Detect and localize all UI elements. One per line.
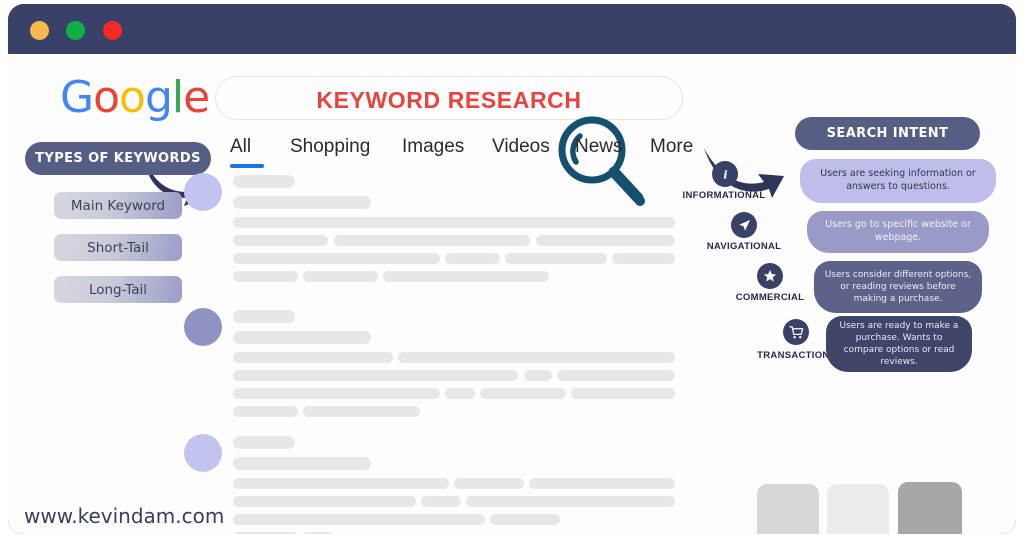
result-placeholder-bar bbox=[233, 388, 440, 399]
keyword-type-pill-0[interactable]: Main Keyword bbox=[54, 192, 182, 219]
result-placeholder-bar bbox=[233, 175, 295, 188]
tab-shopping[interactable]: Shopping bbox=[290, 136, 370, 158]
google-logo-letter-5: e bbox=[183, 72, 210, 123]
keyword-type-label: Main Keyword bbox=[70, 197, 166, 214]
result-placeholder-bar bbox=[233, 406, 298, 417]
result-placeholder-bar bbox=[303, 271, 378, 282]
placeholder-square-0 bbox=[757, 484, 819, 534]
watermark: www.kevindam.com bbox=[24, 504, 225, 528]
result-placeholder-bar bbox=[557, 370, 675, 381]
result-avatar bbox=[184, 308, 222, 346]
result-avatar bbox=[184, 434, 222, 472]
intent-card-commercial: Users consider different options, or rea… bbox=[814, 261, 982, 313]
page-content: Google KEYWORD RESEARCH All Shopping Image… bbox=[8, 54, 1016, 534]
result-placeholder-bar bbox=[529, 478, 675, 489]
tab-images[interactable]: Images bbox=[402, 136, 464, 158]
result-placeholder-bar bbox=[233, 352, 393, 363]
result-placeholder-bar bbox=[524, 370, 552, 381]
result-placeholder-bar bbox=[233, 253, 440, 264]
result-placeholder-bar bbox=[233, 457, 371, 470]
result-placeholder-bar bbox=[454, 478, 524, 489]
info-icon: i bbox=[712, 161, 738, 187]
google-logo-letter-1: o bbox=[93, 72, 120, 123]
result-placeholder-bar bbox=[421, 496, 461, 507]
intent-label-informational: INFORMATIONAL bbox=[682, 190, 766, 201]
result-avatar bbox=[184, 173, 222, 211]
result-placeholder-bar bbox=[303, 532, 333, 534]
placeholder-square-2 bbox=[898, 482, 962, 534]
google-logo-letter-3: g bbox=[144, 72, 173, 123]
google-logo-letter-4: l bbox=[171, 72, 184, 123]
search-intent-heading-label: SEARCH INTENT bbox=[826, 126, 949, 141]
window-titlebar bbox=[8, 4, 1016, 54]
result-placeholder-bar bbox=[398, 352, 675, 363]
result-placeholder-bar bbox=[334, 235, 530, 246]
google-logo-letter-2: o bbox=[119, 72, 146, 123]
keyword-type-pill-1[interactable]: Short-Tail bbox=[54, 234, 182, 261]
intent-card-navigational: Users go to specific website or webpage. bbox=[807, 211, 989, 253]
window-minimize-button[interactable] bbox=[30, 21, 49, 40]
google-logo-letter-0: G bbox=[60, 72, 94, 123]
browser-window: Google KEYWORD RESEARCH All Shopping Image… bbox=[8, 4, 1016, 534]
result-placeholder-bar bbox=[466, 496, 675, 507]
intent-label-navigational: NAVIGATIONAL bbox=[706, 241, 782, 252]
tab-all[interactable]: All bbox=[230, 136, 251, 158]
result-placeholder-bar bbox=[233, 217, 675, 228]
active-tab-underline bbox=[230, 164, 264, 168]
types-of-keywords-heading: TYPES OF KEYWORDS bbox=[25, 142, 211, 175]
result-placeholder-bar bbox=[233, 235, 328, 246]
keyword-type-pill-2[interactable]: Long-Tail bbox=[54, 276, 182, 303]
keyword-type-label: Short-Tail bbox=[87, 239, 149, 256]
result-placeholder-bar bbox=[445, 253, 500, 264]
result-placeholder-bar bbox=[233, 496, 416, 507]
result-placeholder-bar bbox=[490, 514, 560, 525]
result-placeholder-bar bbox=[303, 406, 420, 417]
search-intent-heading: SEARCH INTENT bbox=[795, 117, 980, 150]
intent-card-informational: Users are seeking information or answers… bbox=[800, 159, 996, 203]
result-placeholder-bar bbox=[233, 331, 371, 344]
tab-news[interactable]: News bbox=[575, 136, 623, 158]
google-logo: Google bbox=[60, 76, 210, 120]
placeholder-square-1 bbox=[827, 484, 889, 534]
result-placeholder-bar bbox=[233, 436, 295, 449]
navigation-icon bbox=[731, 212, 757, 238]
tab-more[interactable]: More bbox=[650, 136, 693, 158]
window-maximize-button[interactable] bbox=[66, 21, 85, 40]
result-placeholder-bar bbox=[233, 370, 518, 381]
result-placeholder-bar bbox=[536, 235, 675, 246]
svg-text:i: i bbox=[723, 167, 727, 181]
intent-label-commercial: COMMERCIAL bbox=[735, 292, 805, 303]
result-placeholder-bar bbox=[233, 196, 371, 209]
star-icon bbox=[757, 263, 783, 289]
result-placeholder-bar bbox=[445, 388, 475, 399]
result-placeholder-bar bbox=[383, 271, 549, 282]
result-placeholder-bar bbox=[233, 271, 298, 282]
intent-card-transactional: Users are ready to make a purchase. Want… bbox=[826, 316, 972, 372]
types-of-keywords-heading-label: TYPES OF KEYWORDS bbox=[35, 151, 201, 166]
search-tabs: All Shopping Images Videos News More bbox=[230, 136, 710, 170]
result-placeholder-bar bbox=[480, 388, 566, 399]
keyword-type-label: Long-Tail bbox=[88, 281, 148, 298]
tab-videos[interactable]: Videos bbox=[492, 136, 550, 158]
result-placeholder-bar bbox=[233, 310, 295, 323]
window-close-button[interactable] bbox=[103, 21, 122, 40]
result-placeholder-bar bbox=[571, 388, 675, 399]
result-placeholder-bar bbox=[612, 253, 675, 264]
result-placeholder-bar bbox=[505, 253, 607, 264]
cart-icon bbox=[783, 319, 809, 345]
result-placeholder-bar bbox=[233, 532, 298, 534]
result-placeholder-bar bbox=[233, 514, 485, 525]
result-placeholder-bar bbox=[233, 478, 449, 489]
search-query-text: KEYWORD RESEARCH bbox=[316, 87, 582, 113]
